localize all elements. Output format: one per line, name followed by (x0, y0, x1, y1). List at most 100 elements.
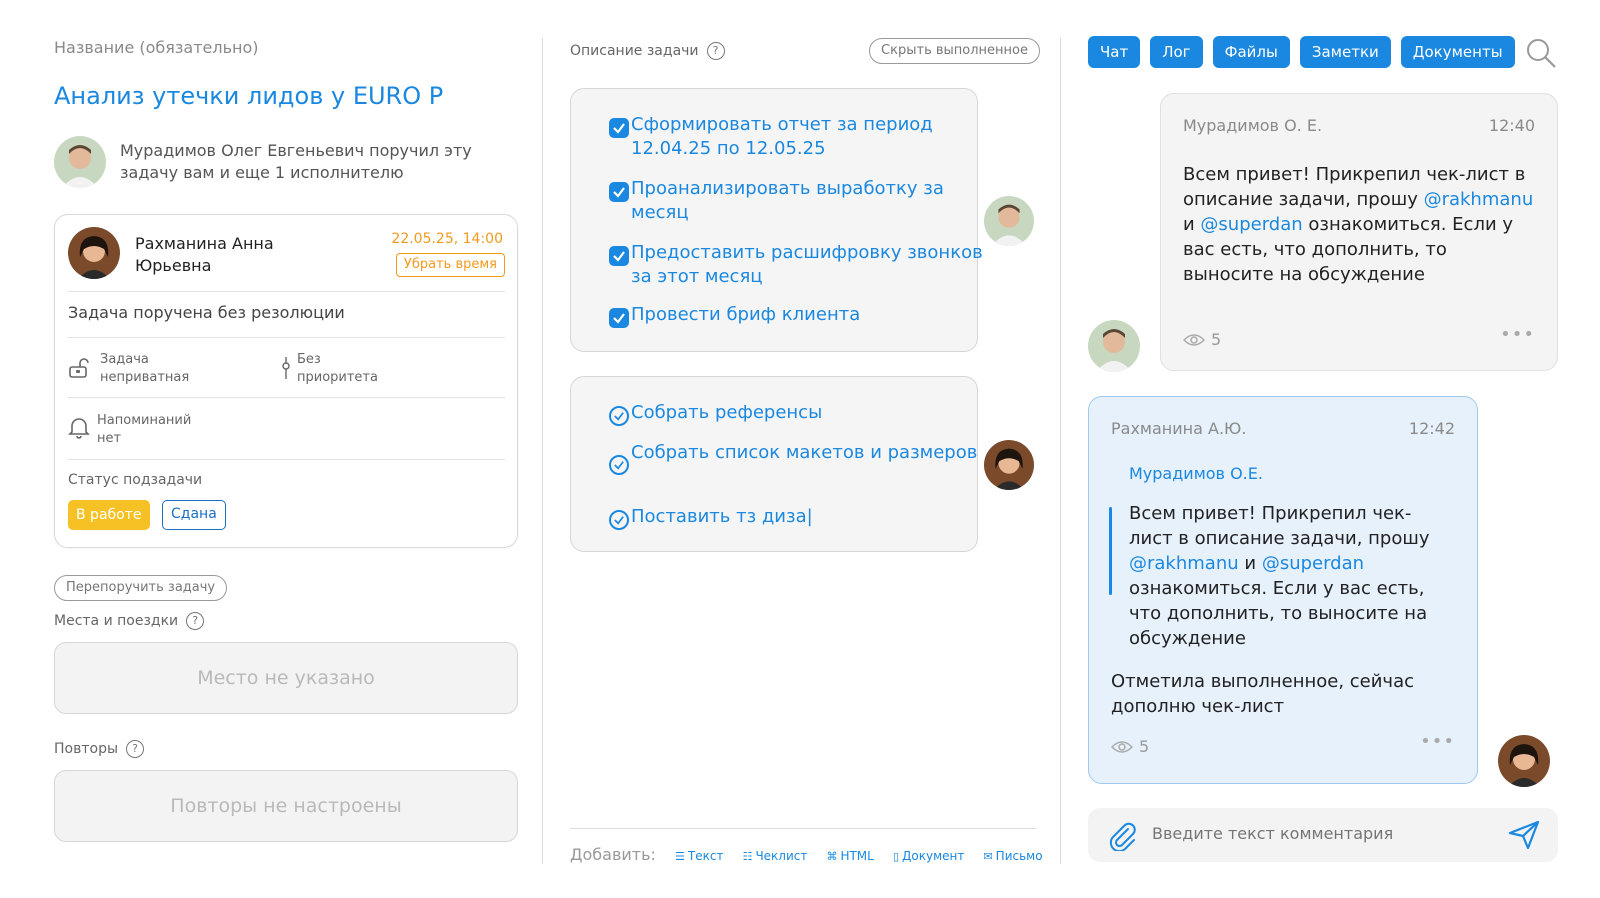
quote-text-b: ознакомиться. Если у вас есть, что допол… (1129, 578, 1428, 649)
add-letter-button[interactable]: ✉ Письмо (983, 849, 1042, 863)
avatar (68, 227, 120, 279)
eye-icon (1183, 333, 1205, 346)
tab-files[interactable]: Файлы (1212, 36, 1290, 68)
places-label-text: Места и поездки (54, 613, 179, 629)
checkbox-checked-icon[interactable] (609, 308, 629, 328)
checklist-item-text: Поставить тз диза| (631, 506, 813, 527)
checklist-item[interactable]: Собрать список макетов и размеров (609, 441, 991, 475)
chat-tabs: Чат Лог Файлы Заметки Документы (1088, 36, 1515, 68)
tab-chat[interactable]: Чат (1088, 36, 1141, 68)
hide-completed-button[interactable]: Скрыть выполненное (869, 38, 1040, 64)
add-document-button[interactable]: ▯ Документ (893, 849, 964, 863)
mention-link[interactable]: @rakhmanu (1424, 189, 1534, 210)
deadline-date[interactable]: 22.05.25, 14:00 (391, 231, 503, 247)
checklist-item[interactable]: Провести бриф клиента (609, 303, 991, 328)
mention-link[interactable]: @superdan (1262, 553, 1364, 574)
checklist-item-text: Сформировать отчет за период 12.04.25 по… (631, 114, 933, 159)
repeats-label-text: Повторы (54, 741, 119, 757)
checklist-item[interactable]: Сформировать отчет за период 12.04.25 по… (609, 113, 991, 161)
description-label-text: Описание задачи (570, 43, 699, 59)
checklist-item-text: Собрать референсы (631, 402, 823, 423)
add-checklist-button[interactable]: ☷ Чеклист (743, 849, 808, 863)
status-done-button[interactable]: Сдана (162, 500, 226, 530)
column-divider (1060, 38, 1061, 864)
add-text-label: Текст (687, 849, 724, 863)
task-description-panel: Описание задачи ? Скрыть выполненное Сфо… (570, 0, 1043, 898)
tab-log[interactable]: Лог (1150, 36, 1203, 68)
tab-notes[interactable]: Заметки (1299, 36, 1391, 68)
status-in-work-button[interactable]: В работе (68, 500, 150, 530)
add-content-bar: Добавить: ☰ Текст ☷ Чеклист ⌘ HTML ▯ Докумен… (570, 828, 1043, 864)
checkbox-checked-icon[interactable] (609, 246, 629, 266)
quote-author[interactable]: Мурадимов О.Е. (1129, 461, 1263, 486)
views-number: 5 (1211, 330, 1222, 349)
comment-input[interactable] (1152, 824, 1482, 843)
reminders-setting[interactable]: Напоминаний нет (97, 412, 191, 448)
name-label: Название (обязательно) (54, 38, 259, 57)
repeats-field[interactable]: Повторы не настроены (54, 770, 518, 842)
checkbox-unchecked-icon[interactable] (609, 406, 629, 426)
views-number: 5 (1139, 737, 1150, 756)
send-icon[interactable] (1508, 820, 1540, 850)
column-divider (542, 38, 543, 864)
document-icon: ▯ (892, 850, 900, 863)
bell-icon (68, 418, 90, 439)
message-text-and: и (1183, 214, 1201, 235)
add-html-button[interactable]: ⌘ HTML (826, 849, 873, 863)
divider (68, 459, 505, 460)
add-document-label: Документ (902, 849, 965, 863)
privacy-line2: неприватная (100, 370, 190, 385)
mention-link[interactable]: @superdan (1200, 214, 1302, 235)
remove-time-button[interactable]: Убрать время (395, 253, 505, 277)
checkbox-checked-icon[interactable] (609, 118, 629, 138)
checklist-item[interactable]: Собрать референсы (609, 401, 991, 426)
avatar (54, 136, 106, 188)
privacy-setting[interactable]: Задача неприватная (100, 351, 189, 387)
chat-message: Мурадимов О. Е. 12:40 Всем привет! Прикр… (1160, 93, 1558, 371)
avatar (984, 440, 1034, 490)
executor-card: Рахманина Анна Юрьевна 22.05.25, 14:00 У… (54, 214, 518, 548)
chat-message: Рахманина А.Ю. 12:42 Мурадимов О.Е. Всем… (1088, 396, 1478, 784)
checklist-item[interactable]: Поставить тз диза| (609, 505, 991, 530)
attach-icon[interactable] (1108, 821, 1138, 851)
task-title[interactable]: Анализ утечки лидов у EURO P (54, 82, 443, 110)
priority-line2: приоритета (297, 370, 378, 385)
checkbox-unchecked-icon[interactable] (609, 510, 629, 530)
message-author: Рахманина А.Ю. (1111, 419, 1247, 438)
task-details-panel: Название (обязательно) Анализ утечки лид… (54, 0, 518, 898)
unlock-icon (69, 358, 89, 378)
assigner-info: Мурадимов Олег Евгеньевич поручил эту за… (54, 136, 514, 188)
quoted-text: Всем привет! Прикрепил чек-лист в описан… (1129, 501, 1445, 651)
assigner-text: Мурадимов Олег Евгеньевич поручил эту за… (120, 141, 472, 182)
help-icon[interactable]: ? (706, 42, 725, 60)
more-options-icon[interactable]: ••• (1420, 731, 1455, 752)
divider (68, 291, 505, 292)
resolution-text: Задача поручена без резолюции (68, 303, 345, 322)
privacy-line1: Задача (100, 352, 149, 367)
quote-bar (1109, 507, 1112, 595)
checklist-item-text: Собрать список макетов и размеров (631, 442, 978, 463)
search-icon[interactable] (1524, 36, 1558, 70)
checklist-item[interactable]: Предоставить расшифровку звонков за этот… (609, 241, 991, 289)
priority-setting[interactable]: Без приоритета (297, 351, 378, 387)
add-text-button[interactable]: ☰ Текст (675, 849, 723, 863)
chat-panel: Чат Лог Файлы Заметки Документы Мурадимо… (1088, 0, 1558, 898)
text-icon: ☰ (675, 850, 685, 863)
checklist-item[interactable]: Проанализировать выработку за месяц (609, 177, 991, 225)
checkbox-checked-icon[interactable] (609, 182, 629, 202)
mention-link[interactable]: @rakhmanu (1129, 553, 1239, 574)
comment-composer (1088, 808, 1558, 862)
more-options-icon[interactable]: ••• (1500, 324, 1535, 345)
views-count: 5 (1111, 737, 1149, 756)
mail-icon: ✉ (983, 850, 993, 863)
description-label: Описание задачи ? (570, 42, 725, 60)
help-icon[interactable]: ? (126, 740, 145, 758)
places-field[interactable]: Место не указано (54, 642, 518, 714)
help-icon[interactable]: ? (186, 612, 205, 630)
tab-documents[interactable]: Документы (1400, 36, 1515, 68)
reassign-button[interactable]: Перепоручить задачу (54, 575, 228, 601)
checkbox-unchecked-icon[interactable] (609, 455, 629, 475)
checklist-item-text: Предоставить расшифровку звонков за этот… (631, 242, 983, 287)
priority-line1: Без (297, 352, 321, 367)
checklist-icon: ☷ (742, 850, 753, 863)
